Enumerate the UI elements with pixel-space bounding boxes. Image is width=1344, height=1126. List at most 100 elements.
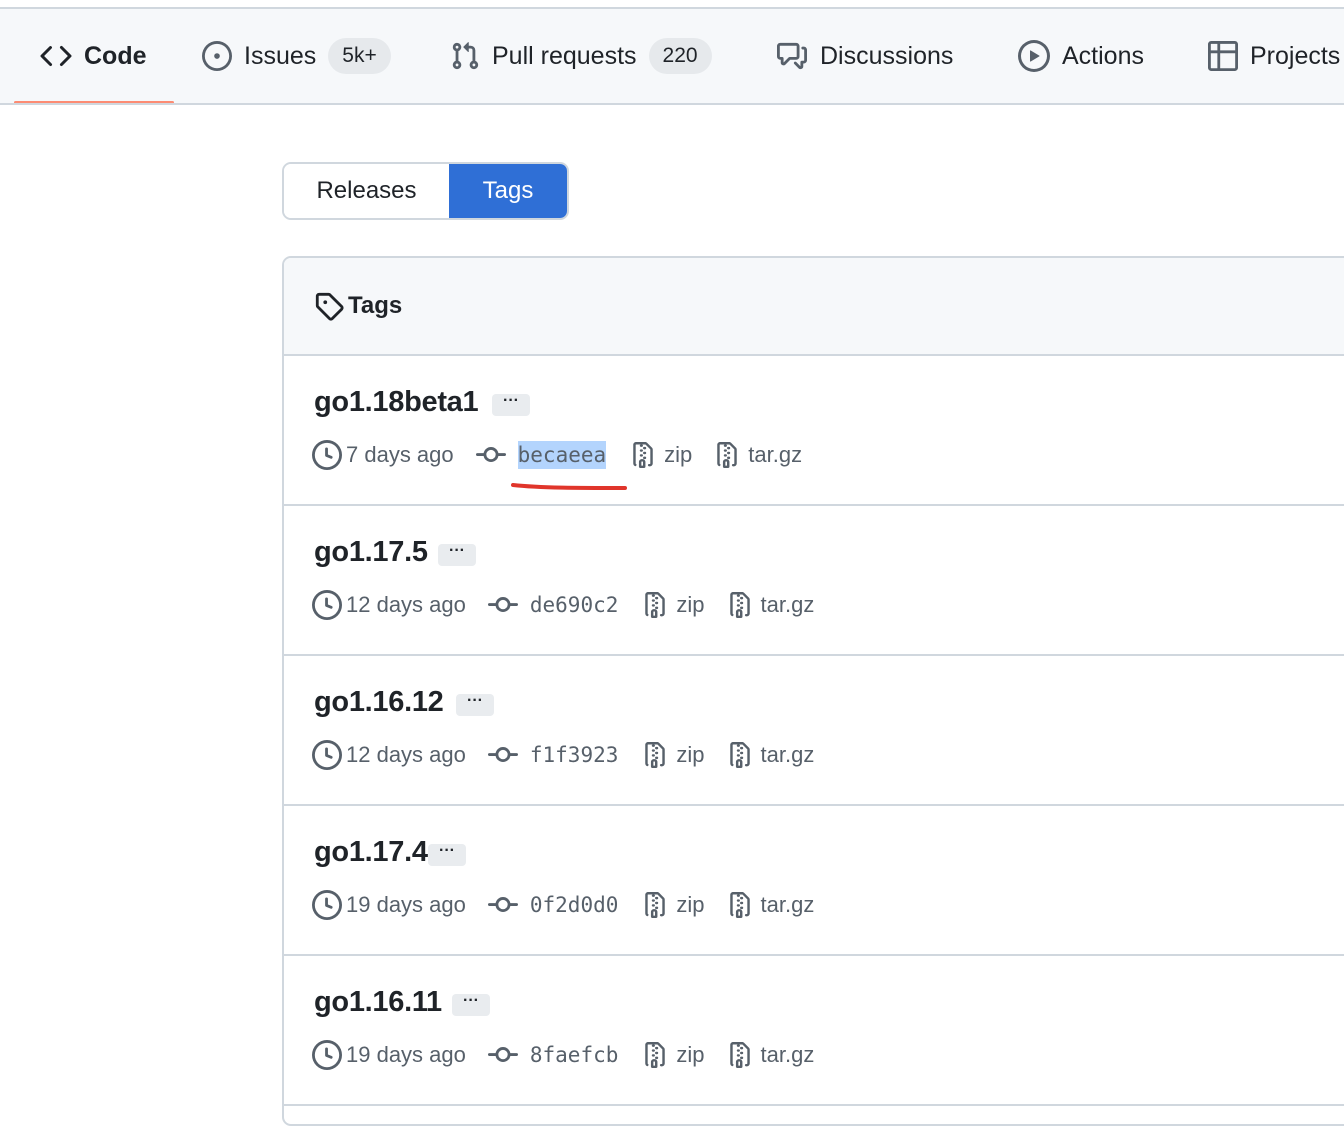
file-zip-icon: [642, 890, 668, 920]
tag-name-link[interactable]: go1.17.4: [314, 836, 428, 869]
tag-commit: 8faefcb: [487, 1040, 619, 1070]
zip-download-link[interactable]: zip: [642, 740, 705, 770]
file-zip-icon: [727, 740, 753, 770]
more-options-button[interactable]: ···: [428, 843, 466, 866]
zip-label: zip: [676, 892, 705, 917]
tab-actions-label: Actions: [1062, 41, 1144, 70]
more-options-button[interactable]: ···: [492, 393, 530, 416]
tab-discussions[interactable]: Discussions: [776, 9, 953, 103]
tab-actions[interactable]: Actions: [1018, 9, 1144, 103]
zip-download-link[interactable]: zip: [642, 590, 705, 620]
window-top-edge: [0, 0, 1344, 9]
git-commit-icon: [487, 590, 518, 620]
clock-icon: [312, 740, 342, 770]
commit-sha-link[interactable]: 0f2d0d0: [530, 893, 619, 917]
tab-projects[interactable]: Projects: [1208, 9, 1340, 103]
clock-icon: [312, 890, 342, 920]
targz-download-link[interactable]: tar.gz: [727, 890, 815, 920]
file-zip-icon: [630, 440, 656, 470]
tag-date-text: 12 days ago: [346, 742, 466, 767]
tag-meta: 7 days ago becaeea zip tar.gz: [312, 440, 802, 470]
clock-icon: [312, 590, 342, 620]
commit-sha-link[interactable]: becaeea: [517, 441, 607, 469]
zip-label: zip: [676, 592, 705, 617]
tag-date-text: 19 days ago: [346, 892, 466, 917]
targz-download-link[interactable]: tar.gz: [727, 1040, 815, 1070]
comment-discussion-icon: [776, 41, 808, 71]
zip-label: zip: [676, 742, 705, 767]
zip-download-link[interactable]: zip: [642, 1040, 705, 1070]
tab-projects-label: Projects: [1250, 41, 1341, 70]
targz-download-link[interactable]: tar.gz: [727, 590, 815, 620]
tags-box: Tags go1.18beta1 ··· 7 days ago becaeea zip t…: [282, 256, 1344, 1126]
tag-meta: 19 days ago 0f2d0d0 zip tar.gz: [312, 890, 814, 920]
tag-date-text: 7 days ago: [346, 442, 454, 467]
tag-name-link[interactable]: go1.16.12: [314, 686, 444, 719]
file-zip-icon: [642, 590, 668, 620]
tab-issues[interactable]: Issues 5k+: [202, 9, 391, 103]
clock-icon: [312, 440, 342, 470]
code-icon: [40, 40, 72, 72]
file-zip-icon: [727, 590, 753, 620]
commit-sha-link[interactable]: f1f3923: [530, 743, 619, 767]
more-options-button[interactable]: ···: [452, 993, 490, 1016]
tag-row: go1.16.12 ··· 12 days ago f1f3923 zip tar.gz: [284, 656, 1344, 806]
file-zip-icon: [727, 890, 753, 920]
git-commit-icon: [487, 1040, 518, 1070]
targz-download-link[interactable]: tar.gz: [727, 740, 815, 770]
tab-issues-label: Issues: [244, 41, 317, 70]
tag-date: 19 days ago: [312, 1040, 466, 1070]
git-commit-icon: [487, 740, 518, 770]
tab-code[interactable]: Code: [40, 9, 147, 103]
issue-opened-icon: [202, 41, 232, 71]
zip-download-link[interactable]: zip: [630, 440, 692, 470]
targz-label: tar.gz: [760, 592, 815, 617]
tag-row: go1.17.5 ··· 12 days ago de690c2 zip tar.gz: [284, 506, 1344, 656]
file-zip-icon: [714, 440, 740, 470]
more-options-button[interactable]: ···: [438, 543, 476, 566]
tag-name-link[interactable]: go1.18beta1: [314, 386, 479, 419]
commit-sha-link[interactable]: de690c2: [530, 593, 619, 617]
tag-date: 19 days ago: [312, 890, 466, 920]
tag-commit: f1f3923: [487, 740, 619, 770]
tags-box-title: Tags: [348, 292, 403, 319]
targz-download-link[interactable]: tar.gz: [714, 440, 802, 470]
tag-meta: 12 days ago f1f3923 zip tar.gz: [312, 740, 814, 770]
selected-tab-underline: [14, 101, 174, 103]
table-icon: [1208, 41, 1238, 71]
tag-name-link[interactable]: go1.17.5: [314, 536, 428, 569]
clock-icon: [312, 1040, 342, 1070]
tag-commit: de690c2: [487, 590, 619, 620]
zip-label: zip: [664, 442, 693, 467]
tab-pull-requests[interactable]: Pull requests 220: [450, 9, 712, 103]
tag-meta: 12 days ago de690c2 zip tar.gz: [312, 590, 814, 620]
commit-sha-link[interactable]: 8faefcb: [530, 1043, 619, 1067]
targz-label: tar.gz: [760, 1042, 815, 1067]
tag-date: 12 days ago: [312, 590, 466, 620]
tag-date-text: 12 days ago: [346, 592, 466, 617]
targz-label: tar.gz: [760, 742, 815, 767]
tag-date: 12 days ago: [312, 740, 466, 770]
targz-label: tar.gz: [760, 892, 815, 917]
tag-row: go1.16.11 ··· 19 days ago 8faefcb zip tar.gz: [284, 956, 1344, 1106]
tag-meta: 19 days ago 8faefcb zip tar.gz: [312, 1040, 814, 1070]
git-commit-icon: [475, 440, 506, 470]
tag-icon: [314, 291, 344, 321]
more-options-button[interactable]: ···: [456, 693, 494, 716]
tag-name-link[interactable]: go1.16.11: [314, 986, 442, 1019]
tag-commit: 0f2d0d0: [487, 890, 619, 920]
tag-row: go1.17.4 ··· 19 days ago 0f2d0d0 zip tar.gz: [284, 806, 1344, 956]
tag-date-text: 19 days ago: [346, 1042, 466, 1067]
play-icon: [1018, 40, 1050, 72]
releases-tags-toggle: Releases Tags: [282, 162, 569, 220]
tab-discussions-label: Discussions: [820, 41, 954, 70]
tag-list: go1.18beta1 ··· 7 days ago becaeea zip tar.gz…: [284, 356, 1344, 1106]
tab-code-label: Code: [84, 41, 147, 70]
file-zip-icon: [727, 1040, 753, 1070]
file-zip-icon: [642, 740, 668, 770]
tag-date: 7 days ago: [312, 440, 454, 470]
tags-button[interactable]: Tags: [449, 164, 567, 218]
zip-download-link[interactable]: zip: [642, 890, 705, 920]
tag-row: go1.18beta1 ··· 7 days ago becaeea zip tar.gz: [284, 356, 1344, 506]
releases-button[interactable]: Releases: [284, 164, 449, 218]
